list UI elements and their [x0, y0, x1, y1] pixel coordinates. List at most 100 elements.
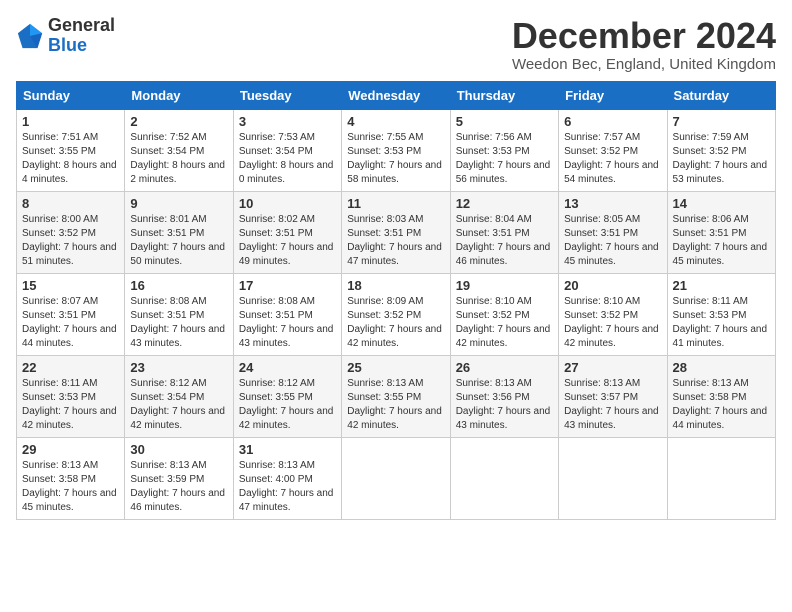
day-number: 11	[347, 196, 444, 211]
day-number: 13	[564, 196, 661, 211]
calendar-cell: 15 Sunrise: 8:07 AMSunset: 3:51 PMDayligh…	[17, 273, 125, 355]
calendar-cell: 21 Sunrise: 8:11 AMSunset: 3:53 PMDayligh…	[667, 273, 775, 355]
calendar-cell: 9 Sunrise: 8:01 AMSunset: 3:51 PMDaylight…	[125, 191, 233, 273]
calendar-cell: 7 Sunrise: 7:59 AMSunset: 3:52 PMDaylight…	[667, 109, 775, 191]
day-info: Sunrise: 7:52 AMSunset: 3:54 PMDaylight:…	[130, 131, 227, 187]
day-number: 25	[347, 360, 444, 375]
day-number: 3	[239, 114, 336, 129]
day-info: Sunrise: 8:11 AMSunset: 3:53 PMDaylight:…	[673, 295, 770, 351]
page-header: General Blue December 2024 Weedon Bec, E…	[16, 16, 776, 73]
calendar-cell: 30 Sunrise: 8:13 AMSunset: 3:59 PMDayligh…	[125, 437, 233, 519]
day-info: Sunrise: 8:13 AMSunset: 3:56 PMDaylight:…	[456, 377, 553, 433]
day-number: 21	[673, 278, 770, 293]
day-number: 10	[239, 196, 336, 211]
day-number: 18	[347, 278, 444, 293]
day-info: Sunrise: 8:13 AMSunset: 4:00 PMDaylight:…	[239, 459, 336, 515]
calendar-cell	[559, 437, 667, 519]
calendar-week-5: 29 Sunrise: 8:13 AMSunset: 3:58 PMDayligh…	[17, 437, 776, 519]
calendar-cell: 10 Sunrise: 8:02 AMSunset: 3:51 PMDayligh…	[233, 191, 341, 273]
day-number: 9	[130, 196, 227, 211]
calendar-cell: 23Sunrise: 8:12 AMSunset: 3:54 PMDayligh…	[125, 355, 233, 437]
calendar-header-row: SundayMondayTuesdayWednesdayThursdayFrid…	[17, 81, 776, 109]
calendar-cell: 25 Sunrise: 8:13 AMSunset: 3:55 PMDayligh…	[342, 355, 450, 437]
calendar-cell: 18 Sunrise: 8:09 AMSunset: 3:52 PMDayligh…	[342, 273, 450, 355]
day-info: Sunrise: 8:00 AMSunset: 3:52 PMDaylight:…	[22, 213, 119, 269]
calendar-cell	[450, 437, 558, 519]
column-header-wednesday: Wednesday	[342, 81, 450, 109]
title-block: December 2024 Weedon Bec, England, Unite…	[512, 16, 776, 73]
day-info: Sunrise: 7:56 AMSunset: 3:53 PMDaylight:…	[456, 131, 553, 187]
column-header-thursday: Thursday	[450, 81, 558, 109]
day-number: 12	[456, 196, 553, 211]
calendar-cell: 16 Sunrise: 8:08 AMSunset: 3:51 PMDayligh…	[125, 273, 233, 355]
day-info: Sunrise: 7:55 AMSunset: 3:53 PMDaylight:…	[347, 131, 444, 187]
day-number: 6	[564, 114, 661, 129]
day-number: 15	[22, 278, 119, 293]
calendar-cell: 31Sunrise: 8:13 AMSunset: 4:00 PMDayligh…	[233, 437, 341, 519]
day-number: 1	[22, 114, 119, 129]
day-info: Sunrise: 8:08 AMSunset: 3:51 PMDaylight:…	[130, 295, 227, 351]
day-number: 2	[130, 114, 227, 129]
day-number: 26	[456, 360, 553, 375]
day-info: Sunrise: 7:57 AMSunset: 3:52 PMDaylight:…	[564, 131, 661, 187]
calendar-cell: 24 Sunrise: 8:12 AMSunset: 3:55 PMDayligh…	[233, 355, 341, 437]
day-info: Sunrise: 7:59 AMSunset: 3:52 PMDaylight:…	[673, 131, 770, 187]
day-number: 28	[673, 360, 770, 375]
day-info: Sunrise: 8:09 AMSunset: 3:52 PMDaylight:…	[347, 295, 444, 351]
month-title: December 2024	[512, 16, 776, 56]
calendar-cell	[667, 437, 775, 519]
calendar-cell: 19 Sunrise: 8:10 AMSunset: 3:52 PMDayligh…	[450, 273, 558, 355]
day-info: Sunrise: 8:07 AMSunset: 3:51 PMDaylight:…	[22, 295, 119, 351]
day-number: 30	[130, 442, 227, 457]
calendar-cell: 14Sunrise: 8:06 AMSunset: 3:51 PMDayligh…	[667, 191, 775, 273]
day-info: Sunrise: 8:12 AMSunset: 3:55 PMDaylight:…	[239, 377, 336, 433]
calendar-cell: 4 Sunrise: 7:55 AMSunset: 3:53 PMDaylight…	[342, 109, 450, 191]
logo: General Blue	[16, 16, 115, 56]
day-info: Sunrise: 8:13 AMSunset: 3:58 PMDaylight:…	[22, 459, 119, 515]
day-number: 5	[456, 114, 553, 129]
day-number: 4	[347, 114, 444, 129]
day-number: 7	[673, 114, 770, 129]
calendar-cell: 5 Sunrise: 7:56 AMSunset: 3:53 PMDaylight…	[450, 109, 558, 191]
calendar-week-3: 15 Sunrise: 8:07 AMSunset: 3:51 PMDayligh…	[17, 273, 776, 355]
calendar-cell: 28Sunrise: 8:13 AMSunset: 3:58 PMDayligh…	[667, 355, 775, 437]
calendar-cell: 20Sunrise: 8:10 AMSunset: 3:52 PMDayligh…	[559, 273, 667, 355]
calendar-cell: 29 Sunrise: 8:13 AMSunset: 3:58 PMDayligh…	[17, 437, 125, 519]
day-number: 17	[239, 278, 336, 293]
day-info: Sunrise: 8:05 AMSunset: 3:51 PMDaylight:…	[564, 213, 661, 269]
day-number: 19	[456, 278, 553, 293]
day-info: Sunrise: 8:13 AMSunset: 3:59 PMDaylight:…	[130, 459, 227, 515]
calendar-cell	[342, 437, 450, 519]
calendar-week-1: 1 Sunrise: 7:51 AMSunset: 3:55 PMDaylight…	[17, 109, 776, 191]
calendar-cell: 6 Sunrise: 7:57 AMSunset: 3:52 PMDaylight…	[559, 109, 667, 191]
calendar-week-4: 22Sunrise: 8:11 AMSunset: 3:53 PMDayligh…	[17, 355, 776, 437]
day-info: Sunrise: 7:53 AMSunset: 3:54 PMDaylight:…	[239, 131, 336, 187]
day-info: Sunrise: 8:02 AMSunset: 3:51 PMDaylight:…	[239, 213, 336, 269]
day-info: Sunrise: 8:03 AMSunset: 3:51 PMDaylight:…	[347, 213, 444, 269]
column-header-sunday: Sunday	[17, 81, 125, 109]
calendar-cell: 3 Sunrise: 7:53 AMSunset: 3:54 PMDaylight…	[233, 109, 341, 191]
column-header-tuesday: Tuesday	[233, 81, 341, 109]
calendar-cell: 26 Sunrise: 8:13 AMSunset: 3:56 PMDayligh…	[450, 355, 558, 437]
calendar-cell: 22Sunrise: 8:11 AMSunset: 3:53 PMDayligh…	[17, 355, 125, 437]
day-info: Sunrise: 8:13 AMSunset: 3:57 PMDaylight:…	[564, 377, 661, 433]
day-number: 29	[22, 442, 119, 457]
calendar-cell: 8Sunrise: 8:00 AMSunset: 3:52 PMDaylight…	[17, 191, 125, 273]
calendar-cell: 27Sunrise: 8:13 AMSunset: 3:57 PMDayligh…	[559, 355, 667, 437]
logo-blue-text: Blue	[48, 35, 87, 55]
calendar-cell: 1 Sunrise: 7:51 AMSunset: 3:55 PMDaylight…	[17, 109, 125, 191]
day-info: Sunrise: 8:10 AMSunset: 3:52 PMDaylight:…	[456, 295, 553, 351]
day-info: Sunrise: 8:10 AMSunset: 3:52 PMDaylight:…	[564, 295, 661, 351]
day-info: Sunrise: 8:08 AMSunset: 3:51 PMDaylight:…	[239, 295, 336, 351]
day-info: Sunrise: 8:01 AMSunset: 3:51 PMDaylight:…	[130, 213, 227, 269]
calendar-table: SundayMondayTuesdayWednesdayThursdayFrid…	[16, 81, 776, 520]
location: Weedon Bec, England, United Kingdom	[512, 56, 776, 73]
calendar-cell: 12Sunrise: 8:04 AMSunset: 3:51 PMDayligh…	[450, 191, 558, 273]
day-info: Sunrise: 8:13 AMSunset: 3:55 PMDaylight:…	[347, 377, 444, 433]
column-header-saturday: Saturday	[667, 81, 775, 109]
calendar-cell: 2 Sunrise: 7:52 AMSunset: 3:54 PMDaylight…	[125, 109, 233, 191]
day-info: Sunrise: 8:11 AMSunset: 3:53 PMDaylight:…	[22, 377, 119, 433]
day-info: Sunrise: 7:51 AMSunset: 3:55 PMDaylight:…	[22, 131, 119, 187]
day-number: 16	[130, 278, 227, 293]
day-number: 24	[239, 360, 336, 375]
